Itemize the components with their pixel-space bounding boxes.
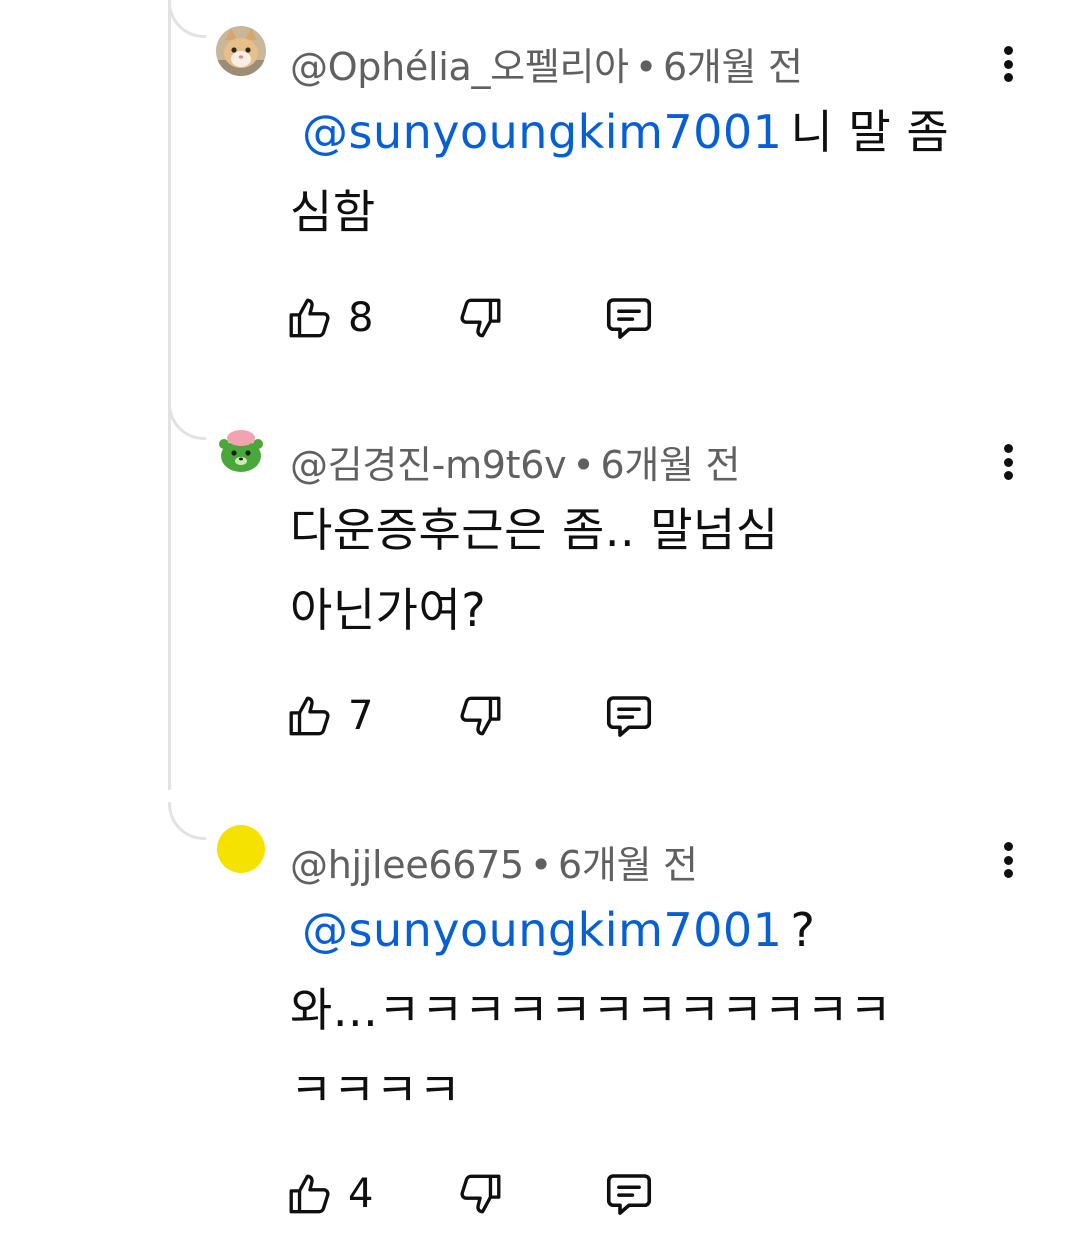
timestamp[interactable]: 6개월 전 bbox=[600, 443, 740, 487]
author-handle[interactable]: @김경진-m9t6v bbox=[290, 443, 567, 487]
thumbs-down-icon bbox=[460, 1174, 501, 1214]
reply-thread: @Ophélia_오펠리아 • 6개월 전 @sunyoungkim7001 니 말 … bbox=[0, 0, 1078, 1245]
like-count: 4 bbox=[348, 1171, 374, 1217]
timestamp[interactable]: 6개월 전 bbox=[663, 45, 803, 89]
mention-link[interactable]: @sunyoungkim7001 bbox=[302, 903, 782, 957]
comment-text: @sunyoungkim7001? 와...ㅋㅋㅋㅋㅋㅋㅋㅋㅋㅋㅋㅋ ㅋㅋㅋㅋ bbox=[290, 890, 990, 1130]
dislike-button[interactable] bbox=[454, 290, 504, 346]
thread-branch bbox=[168, 0, 206, 38]
thumbs-down-icon bbox=[460, 696, 501, 736]
thumbs-down-icon bbox=[460, 298, 501, 338]
more-vert-icon[interactable] bbox=[992, 42, 1024, 86]
more-vert-icon[interactable] bbox=[992, 838, 1024, 882]
meta-separator: • bbox=[529, 843, 553, 887]
thread-branch bbox=[168, 802, 206, 840]
comment-text-line: 아닌가여? bbox=[290, 583, 487, 637]
comment-meta: @hjjlee6675 • 6개월 전 bbox=[290, 834, 698, 889]
like-button[interactable]: 7 bbox=[286, 688, 373, 744]
thumbs-up-icon bbox=[289, 696, 330, 736]
meta-separator: • bbox=[634, 45, 657, 89]
mention-link[interactable]: @sunyoungkim7001 bbox=[302, 105, 782, 159]
reply-button[interactable] bbox=[602, 290, 656, 346]
meta-separator: • bbox=[572, 443, 595, 487]
comment-actions: 7 bbox=[286, 688, 686, 744]
reply-button[interactable] bbox=[602, 1166, 656, 1222]
comment-text-line: 심함 bbox=[290, 185, 376, 239]
like-count: 8 bbox=[348, 295, 374, 341]
avatar[interactable] bbox=[216, 424, 266, 474]
comment-text-line: 니 말 좀 bbox=[790, 105, 950, 159]
comment-text-line: ㅋㅋㅋㅋ bbox=[290, 1063, 462, 1117]
reply-button[interactable] bbox=[602, 688, 656, 744]
thread-branch bbox=[168, 402, 206, 440]
yellow-circle-avatar-icon bbox=[217, 825, 265, 873]
comment-actions: 4 bbox=[286, 1166, 686, 1222]
reply-icon bbox=[606, 298, 652, 339]
cat-avatar-icon bbox=[216, 26, 266, 76]
comment-text: @sunyoungkim7001 니 말 좀 심함 bbox=[290, 92, 990, 252]
comment-meta: @Ophélia_오펠리아 • 6개월 전 bbox=[290, 36, 803, 91]
dislike-button[interactable] bbox=[454, 1166, 504, 1222]
comment-text: 다운증후근은 좀.. 말넘심 아닌가여? bbox=[290, 490, 990, 650]
character-avatar-icon bbox=[216, 424, 266, 474]
author-handle[interactable]: @hjjlee6675 bbox=[290, 843, 524, 887]
comment-text-line: 다운증후근은 좀.. 말넘심 bbox=[290, 503, 779, 557]
avatar[interactable] bbox=[216, 824, 266, 874]
more-vert-icon[interactable] bbox=[992, 440, 1024, 484]
like-button[interactable]: 4 bbox=[286, 1166, 373, 1222]
comment-meta: @김경진-m9t6v • 6개월 전 bbox=[290, 434, 740, 489]
comment-actions: 8 bbox=[286, 290, 686, 346]
thumbs-up-icon bbox=[289, 1174, 330, 1214]
reply-icon bbox=[606, 1174, 652, 1215]
comment-text-line: 와...ㅋㅋㅋㅋㅋㅋㅋㅋㅋㅋㅋㅋ bbox=[290, 983, 893, 1037]
avatar[interactable] bbox=[216, 26, 266, 76]
thread-connector-line bbox=[168, 0, 171, 790]
author-handle[interactable]: @Ophélia_오펠리아 bbox=[290, 45, 629, 89]
timestamp[interactable]: 6개월 전 bbox=[558, 843, 698, 887]
like-count: 7 bbox=[348, 693, 374, 739]
thumbs-up-icon bbox=[289, 298, 330, 338]
like-button[interactable]: 8 bbox=[286, 290, 373, 346]
reply-icon bbox=[606, 696, 652, 737]
comment-text-line: ? bbox=[790, 903, 816, 957]
dislike-button[interactable] bbox=[454, 688, 504, 744]
